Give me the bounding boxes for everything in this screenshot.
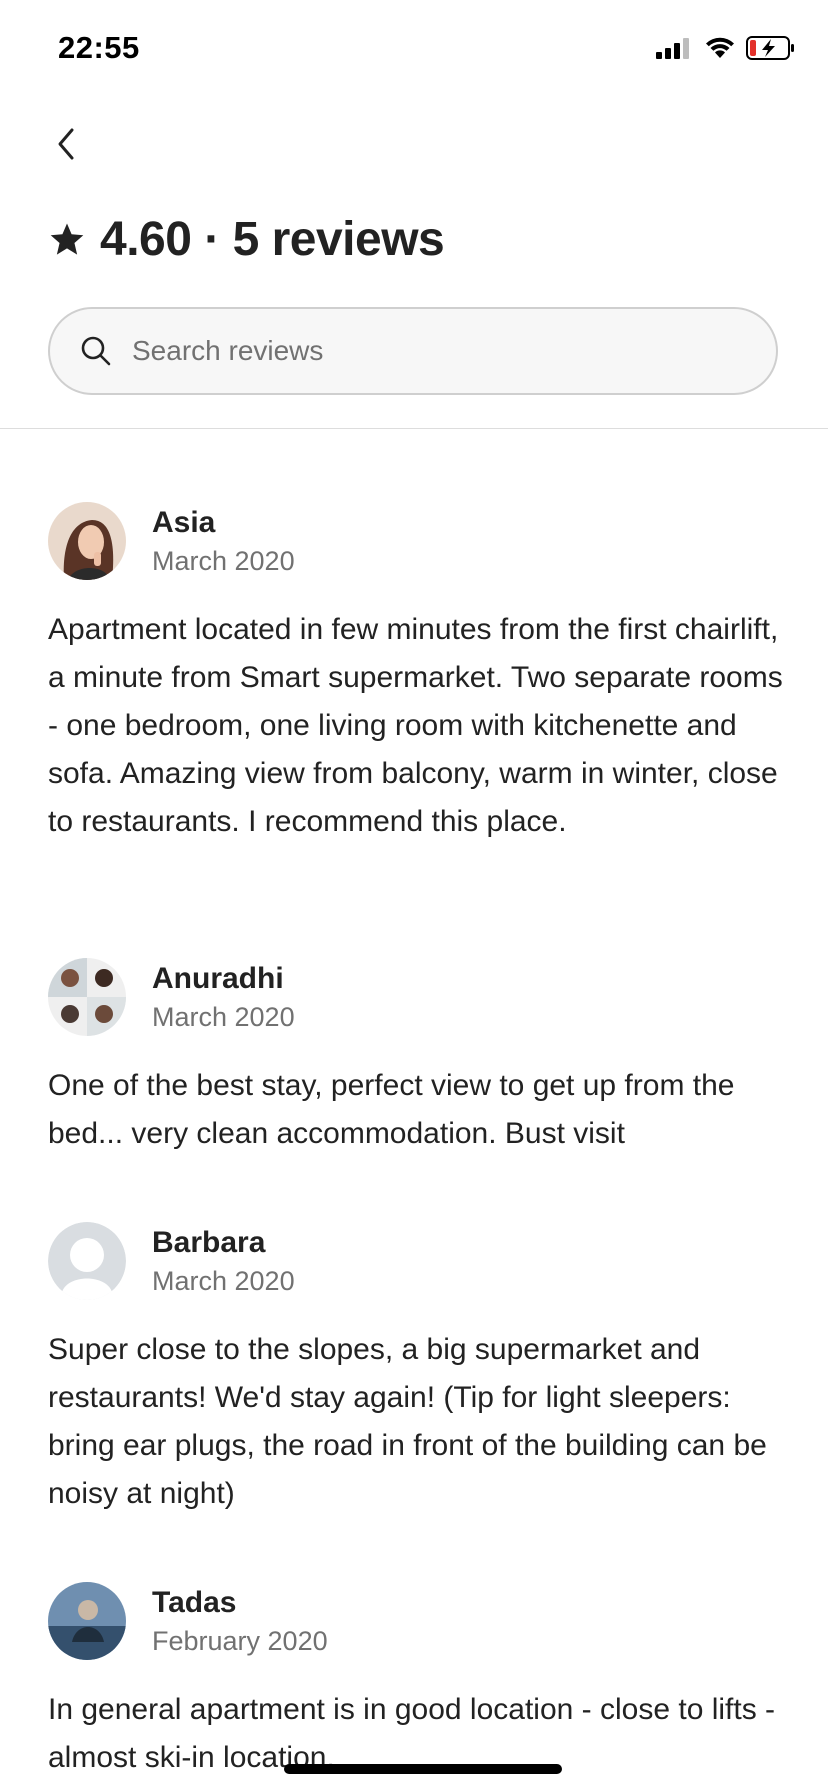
wifi-icon [706, 37, 734, 58]
rating-header: 4.60 · 5 reviews [48, 212, 445, 267]
review-item: Barbara March 2020 Super close to the sl… [48, 1222, 788, 1518]
status-time: 22:55 [58, 30, 140, 65]
header-divider [0, 428, 828, 429]
review-text: Apartment located in few minutes from th… [48, 613, 783, 838]
reviewer-name: Anuradhi [152, 961, 284, 995]
cellular-signal-icon [656, 38, 689, 59]
default-avatar-icon [48, 1222, 126, 1300]
search-input[interactable] [130, 334, 694, 368]
status-bar: 22:55 [0, 0, 828, 100]
reviewer-name: Tadas [152, 1585, 237, 1619]
avatar[interactable] [48, 1582, 126, 1660]
avatar[interactable] [48, 1222, 126, 1300]
review-date: March 2020 [152, 1265, 295, 1296]
star-icon [50, 223, 84, 255]
search-bar[interactable] [48, 307, 778, 395]
review-item: Tadas February 2020 In general apartment… [48, 1582, 788, 1782]
rating-summary: 4.60 · 5 reviews [100, 213, 445, 266]
reviewer-name: Barbara [152, 1225, 266, 1259]
reviewer-name: Asia [152, 505, 216, 539]
review-date: February 2020 [152, 1625, 328, 1656]
review-text: One of the best stay, perfect view to ge… [48, 1069, 735, 1150]
reviews-list: Asia March 2020 Apartment located in few… [48, 502, 788, 1782]
avatar[interactable] [48, 502, 126, 580]
review-text: Super close to the slopes, a big superma… [48, 1333, 767, 1510]
review-item: Anuradhi March 2020 One of the best stay… [48, 958, 788, 1158]
back-button[interactable] [40, 118, 92, 170]
review-item: Asia March 2020 Apartment located in few… [48, 502, 788, 894]
avatar[interactable] [48, 958, 126, 1036]
review-date: March 2020 [152, 1001, 295, 1032]
status-icons [656, 36, 796, 60]
chevron-left-icon [58, 128, 74, 160]
home-indicator [284, 1764, 562, 1774]
search-icon [81, 336, 111, 366]
review-date: March 2020 [152, 545, 295, 576]
battery-charging-icon [746, 36, 794, 60]
